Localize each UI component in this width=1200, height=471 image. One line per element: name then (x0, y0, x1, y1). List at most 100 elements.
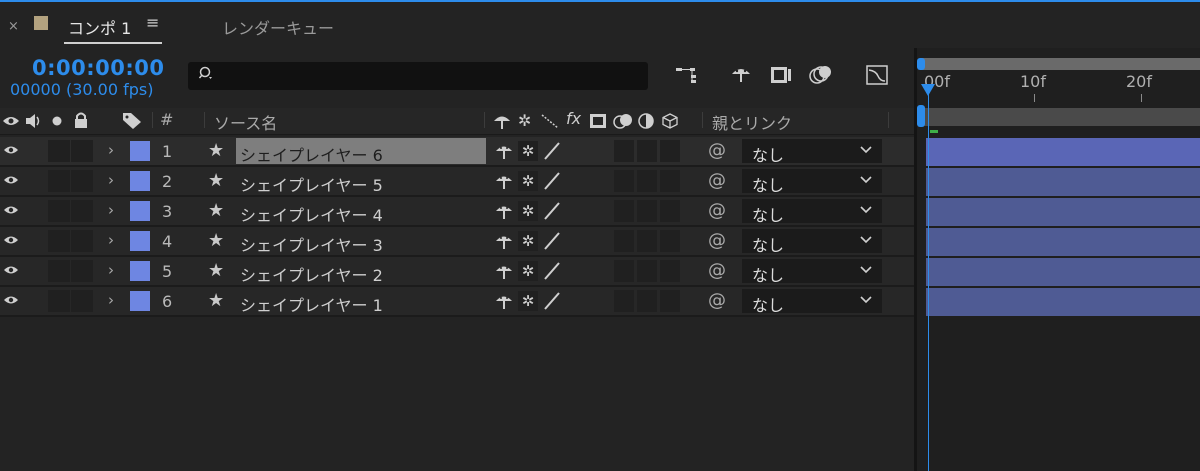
motion-blur-switch[interactable] (660, 290, 680, 312)
quality-switch-icon[interactable] (541, 261, 561, 281)
solo-toggle[interactable] (48, 260, 70, 282)
expand-chevron-icon[interactable]: › (108, 171, 114, 189)
solo-toggle[interactable] (48, 230, 70, 252)
motion-blur-switch-header-icon[interactable] (612, 112, 634, 130)
effects-switch[interactable] (614, 230, 634, 252)
frame-blending-icon[interactable] (768, 62, 794, 88)
work-area-start-handle[interactable] (917, 105, 925, 127)
motion-blur-switch[interactable] (660, 260, 680, 282)
lock-icon[interactable] (74, 112, 88, 128)
chevron-down-icon[interactable] (860, 205, 872, 215)
parent-pickwhip-icon[interactable]: @ (708, 290, 726, 311)
parent-pickwhip-icon[interactable]: @ (708, 140, 726, 161)
lock-toggle[interactable] (71, 230, 93, 252)
current-time-indicator[interactable] (928, 84, 929, 471)
layer-label-color[interactable] (130, 261, 150, 281)
chevron-down-icon[interactable] (860, 175, 872, 185)
layer-label-color[interactable] (130, 141, 150, 161)
quality-switch-icon[interactable] (541, 171, 561, 191)
collapse-switch-icon[interactable]: ✲ (518, 201, 538, 221)
layer-label-color[interactable] (130, 201, 150, 221)
time-navigator-start-handle[interactable] (917, 58, 925, 70)
quality-switch-icon[interactable] (541, 291, 561, 311)
layer-name[interactable]: シェイプレイヤー 1 (240, 292, 383, 316)
lock-toggle[interactable] (71, 290, 93, 312)
frame-blend-switch[interactable] (637, 290, 657, 312)
layer-duration-bar[interactable] (926, 258, 1200, 286)
expand-chevron-icon[interactable]: › (108, 261, 114, 279)
layer-row[interactable]: › 5 ★ シェイプレイヤー 2 ✲ @ なし (0, 257, 914, 287)
layer-name[interactable]: シェイプレイヤー 3 (240, 232, 383, 256)
parent-pickwhip-icon[interactable]: @ (708, 260, 726, 281)
layer-row[interactable]: › 6 ★ シェイプレイヤー 1 ✲ @ なし (0, 287, 914, 317)
shy-layers-icon[interactable] (728, 62, 754, 88)
quality-switch-icon[interactable] (541, 141, 561, 161)
column-header-parent-link[interactable]: 親とリンク (712, 110, 792, 134)
layer-label-color[interactable] (130, 291, 150, 311)
frame-blend-switch[interactable] (637, 260, 657, 282)
solo-toggle[interactable] (48, 170, 70, 192)
chevron-down-icon[interactable] (860, 295, 872, 305)
eye-icon[interactable] (3, 144, 19, 156)
layer-label-color[interactable] (130, 231, 150, 251)
quality-switch-icon[interactable] (541, 231, 561, 251)
motion-blur-switch[interactable] (660, 140, 680, 162)
effects-switch-header[interactable]: fx (566, 109, 581, 128)
layer-duration-bar[interactable] (926, 228, 1200, 256)
layer-duration-bar[interactable] (926, 168, 1200, 196)
layer-name[interactable]: シェイプレイヤー 2 (240, 262, 383, 286)
current-timecode[interactable]: 0:00:00:00 (32, 56, 164, 80)
effects-switch[interactable] (614, 170, 634, 192)
chevron-down-icon[interactable] (860, 145, 872, 155)
solo-toggle[interactable] (48, 290, 70, 312)
expand-chevron-icon[interactable]: › (108, 201, 114, 219)
graph-editor-icon[interactable] (864, 62, 890, 88)
shy-switch-icon[interactable] (494, 141, 514, 161)
composition-flowchart-icon[interactable] (674, 62, 700, 88)
shy-switch-icon[interactable] (494, 231, 514, 251)
shy-switch-icon[interactable] (494, 291, 514, 311)
effects-switch[interactable] (614, 260, 634, 282)
audio-icon[interactable] (24, 113, 44, 129)
quality-switch-icon[interactable] (541, 201, 561, 221)
lock-toggle[interactable] (71, 200, 93, 222)
label-tag-icon[interactable] (122, 112, 142, 130)
frame-blend-switch[interactable] (637, 230, 657, 252)
tab-composition[interactable]: コンポ 1 (68, 15, 131, 39)
motion-blur-switch[interactable] (660, 170, 680, 192)
collapse-switch-icon[interactable]: ✲ (518, 141, 538, 161)
chevron-down-icon[interactable] (860, 265, 872, 275)
eye-icon[interactable] (3, 294, 19, 306)
layer-duration-bar[interactable] (926, 198, 1200, 226)
eye-icon[interactable] (3, 204, 19, 216)
frame-blend-switch-header-icon[interactable] (589, 113, 607, 129)
shy-switch-icon[interactable] (494, 171, 514, 191)
solo-icon[interactable] (52, 116, 62, 126)
shy-switch-icon[interactable] (494, 201, 514, 221)
adjustment-layer-header-icon[interactable] (638, 113, 654, 129)
lock-toggle[interactable] (71, 140, 93, 162)
solo-toggle[interactable] (48, 140, 70, 162)
effects-switch[interactable] (614, 290, 634, 312)
parent-pickwhip-icon[interactable]: @ (708, 230, 726, 251)
3d-layer-header-icon[interactable] (662, 113, 678, 129)
video-visibility-icon[interactable] (2, 114, 20, 128)
motion-blur-icon[interactable] (808, 62, 834, 88)
tab-render-queue[interactable]: レンダーキュー (222, 15, 334, 39)
eye-icon[interactable] (3, 264, 19, 276)
lock-toggle[interactable] (71, 170, 93, 192)
motion-blur-switch[interactable] (660, 200, 680, 222)
quality-switch-header-icon[interactable] (540, 113, 560, 129)
frame-blend-switch[interactable] (637, 170, 657, 192)
layer-search-input[interactable] (188, 62, 648, 90)
collapse-switch-icon[interactable]: ✲ (518, 231, 538, 251)
shy-switch-header-icon[interactable] (492, 112, 512, 130)
frame-blend-switch[interactable] (637, 140, 657, 162)
collapse-switch-icon[interactable]: ✲ (518, 171, 538, 191)
effects-switch[interactable] (614, 140, 634, 162)
tab-close-icon[interactable]: × (8, 19, 19, 34)
layer-name[interactable]: シェイプレイヤー 5 (240, 172, 383, 196)
layer-row[interactable]: › 1 ★ シェイプレイヤー 6 ✲ @ なし (0, 137, 914, 167)
layer-row[interactable]: › 4 ★ シェイプレイヤー 3 ✲ @ なし (0, 227, 914, 257)
layer-row[interactable]: › 2 ★ シェイプレイヤー 5 ✲ @ なし (0, 167, 914, 197)
